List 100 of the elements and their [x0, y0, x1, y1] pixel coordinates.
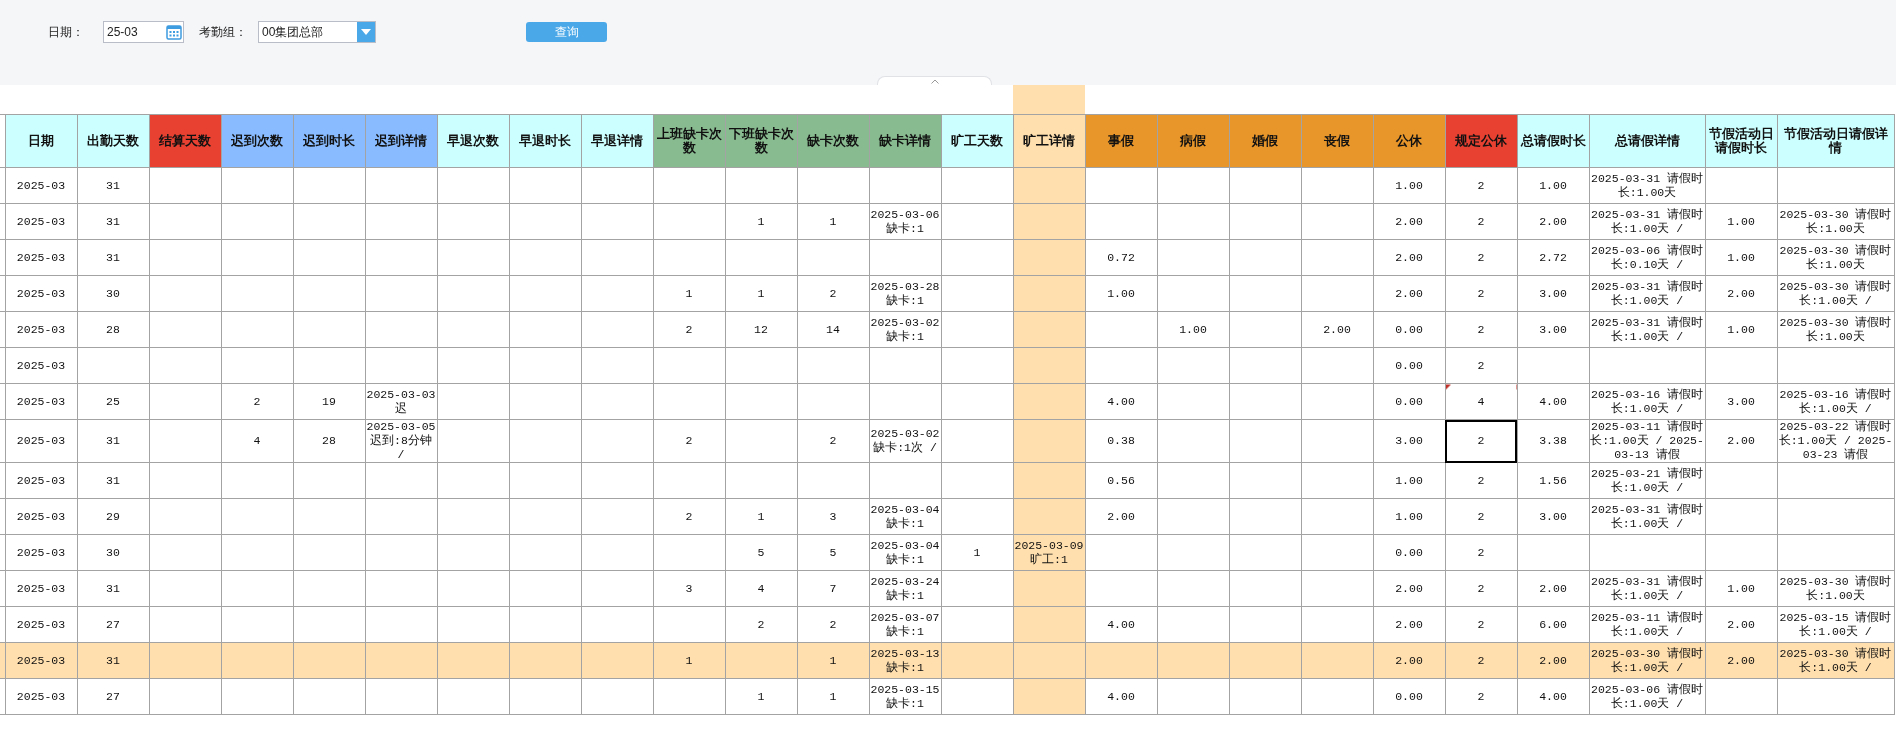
column-header[interactable]: 节假活动日请假详情	[1777, 114, 1894, 168]
table-cell: 2025-03-15 请假时长:1.00天 /	[1779, 610, 1892, 638]
table-row[interactable]: 2025-03 27 1 1 2025-03-15 缺卡:1 4.00 0.00 2 4.00 2025-03-06 请假时长:1.00天 /	[0, 678, 1894, 715]
table-cell: 2025-03	[16, 394, 66, 408]
table-cell: 1	[757, 286, 765, 300]
table-cell[interactable]: 2	[1445, 311, 1517, 348]
column-header[interactable]: 总请假详情	[1589, 114, 1705, 168]
table-cell: 2025-03-28 缺卡:1	[870, 279, 940, 307]
table-row[interactable]: 2025-03 25 2 19 2025-03-03 迟 4.00 0.00 4 4.00 2025-03-16 请假时长:1.00天 / 3.00 2025-03-16 请假时长:1.00天 /	[0, 383, 1894, 420]
column-header[interactable]: 病假	[1157, 114, 1229, 168]
column-header[interactable]: 早退详情	[581, 114, 653, 168]
table-row[interactable]: 2025-03 31 0.72 2.00 2 2.72 2025-03-06 请假时长:0.10天 / 1.00 2025-03-30 请假时长:1.00天	[0, 239, 1894, 276]
table-cell: 2025-03	[16, 214, 66, 228]
table-row[interactable]: 2025-03 30 1 1 2 2025-03-28 缺卡:1 1.00 2.00 2 3.00 2025-03-31 请假时长:1.00天 / 2.00 2025-03-30 请假时长:1.00天 /	[0, 275, 1894, 312]
table-cell: 2.00	[1323, 322, 1351, 336]
column-header[interactable]: 结算天数	[149, 114, 221, 168]
table-cell[interactable]: 2	[1445, 570, 1517, 607]
date-field[interactable]: 25-03	[103, 21, 184, 43]
table-cell: 3	[685, 581, 693, 595]
table-cell: 2025-03	[16, 581, 66, 595]
column-header[interactable]: 缺卡详情	[869, 114, 941, 168]
column-header[interactable]: 规定公休	[1445, 114, 1517, 168]
table-row[interactable]: 2025-03 0.00 2	[0, 347, 1894, 384]
table-row[interactable]: 2025-03 31 0.56 1.00 2 1.56 2025-03-21 请假时长:1.00天 /	[0, 462, 1894, 499]
table-cell: 1.00	[1727, 581, 1755, 595]
table-row[interactable]: 2025-03 30 5 5 2025-03-04 缺卡:1 1 2025-03-09 旷工:1 0.00 2	[0, 534, 1894, 571]
table-cell: 2025-03	[16, 689, 66, 703]
column-header[interactable]: 迟到时长	[293, 114, 365, 168]
column-header[interactable]: 日期	[5, 114, 77, 168]
table-cell[interactable]: 2	[1445, 419, 1517, 463]
table-cell: 4.00	[1539, 394, 1567, 408]
table-row[interactable]: 2025-03 31 3 4 7 2025-03-24 缺卡:1 2.00 2 2.00 2025-03-31 请假时长:1.00天 / 1.00 2025-03-30 请假时长:1.00天	[0, 570, 1894, 607]
column-header[interactable]: 缺卡次数	[797, 114, 869, 168]
table-cell: 2	[829, 617, 837, 631]
column-header[interactable]: 总请假时长	[1517, 114, 1589, 168]
table-cell: 2025-03-06 请假时长:1.00天 /	[1591, 682, 1703, 710]
column-header[interactable]: 出勤天数	[77, 114, 149, 168]
table-cell: 2025-03	[16, 473, 66, 487]
column-header[interactable]: 下班缺卡次数	[725, 114, 797, 168]
table-cell[interactable]: 2	[1445, 462, 1517, 499]
table-cell: 2	[757, 617, 765, 631]
column-header[interactable]: 上班缺卡次数	[653, 114, 725, 168]
column-header[interactable]: 早退时长	[509, 114, 581, 168]
table-row[interactable]: 2025-03 31 1 1 2025-03-13 缺卡:1 2.00 2 2.00 2025-03-30 请假时长:1.00天 / 2.00 2025-03-30 请假时长:1.00天 /	[0, 642, 1894, 679]
table-row[interactable]: 2025-03 27 2 2 2025-03-07 缺卡:1 4.00 2.00 2 6.00 2025-03-11 请假时长:1.00天 / 2.00 2025-03-15 请假时长:1.00天 /	[0, 606, 1894, 643]
group-select[interactable]: 00集团总部	[258, 21, 376, 43]
column-header[interactable]: 节假活动日请假时长	[1705, 114, 1777, 168]
table-cell: 0.56	[1107, 473, 1135, 487]
table-cell: 2.00	[1727, 653, 1755, 667]
table-cell[interactable]: 2	[1445, 275, 1517, 312]
table-cell: 0.00	[1395, 358, 1423, 372]
column-header[interactable]: 迟到详情	[365, 114, 437, 168]
table-cell: 2.00	[1727, 286, 1755, 300]
table-row[interactable]: 2025-03 31 4 28 2025-03-05 迟到:8分钟 / 2 2 2025-03-02 缺卡:1次 / 0.38 3.00 2 3.38 2025-03-11 请假时长:1.00天 / 2025-03-13 请假 2.00 2025-03-22 请假时长:1.00天 / 2025-03-23 请假	[0, 419, 1894, 463]
table-cell[interactable]: 2	[1445, 347, 1517, 384]
column-header[interactable]: 旷工详情	[1013, 114, 1085, 168]
table-cell: 4	[757, 581, 765, 595]
table-row[interactable]: 2025-03 31 1.00 2 1.00 2025-03-31 请假时长:1.00天	[0, 167, 1894, 204]
column-header[interactable]: 早退次数	[437, 114, 509, 168]
column-header[interactable]: 丧假	[1301, 114, 1373, 168]
calendar-icon[interactable]	[165, 22, 183, 42]
table-cell: 2025-03-30 请假时长:1.00天 /	[1779, 646, 1892, 674]
table-cell: 5	[757, 545, 765, 559]
collapse-handle[interactable]	[877, 76, 992, 85]
table-cell[interactable]: 2	[1445, 534, 1517, 571]
chevron-up-icon[interactable]	[930, 78, 939, 84]
table-cell[interactable]: 2	[1445, 606, 1517, 643]
table-cell: 31	[106, 214, 120, 228]
table-cell: 2	[253, 394, 261, 408]
table-cell: 27	[106, 617, 120, 631]
table-cell[interactable]: 2	[1445, 642, 1517, 679]
table-cell[interactable]: 2	[1445, 239, 1517, 276]
table-cell: 2025-03	[16, 178, 66, 192]
table-cell: 1.00	[1395, 473, 1423, 487]
table-cell: 1	[973, 545, 981, 559]
column-header[interactable]: 迟到次数	[221, 114, 293, 168]
table-cell[interactable]: 2	[1445, 167, 1517, 204]
table-cell: 19	[322, 394, 336, 408]
table-cell: 2025-03	[16, 545, 66, 559]
table-cell[interactable]: 4	[1445, 383, 1517, 420]
table-row[interactable]: 2025-03 29 2 1 3 2025-03-04 缺卡:1 2.00 1.00 2 3.00 2025-03-31 请假时长:1.00天 /	[0, 498, 1894, 535]
table-cell[interactable]: 2	[1445, 498, 1517, 535]
table-cell: 0.38	[1107, 434, 1135, 447]
table-cell: 1.00	[1107, 286, 1135, 300]
column-header[interactable]: 旷工天数	[941, 114, 1013, 168]
table-row[interactable]: 2025-03 28 2 12 14 2025-03-02 缺卡:1 1.00 2.00 0.00 2 3.00 2025-03-31 请假时长:1.00天 / 1.00 2025-03-30 请假时长:1.00天	[0, 311, 1894, 348]
table-cell: 1.00	[1179, 322, 1207, 336]
table-row[interactable]: 2025-03 31 1 1 2025-03-06 缺卡:1 2.00 2 2.00 2025-03-31 请假时长:1.00天 / 1.00 2025-03-30 请假时长:1.00天	[0, 203, 1894, 240]
column-header[interactable]: 公休	[1373, 114, 1445, 168]
table-cell: 2025-03	[16, 250, 66, 264]
column-header[interactable]: 事假	[1085, 114, 1157, 168]
table-cell: 3.00	[1539, 322, 1567, 336]
table-cell: 2025-03-31 请假时长:1.00天 /	[1591, 502, 1703, 530]
table-cell[interactable]: 2	[1445, 678, 1517, 715]
dropdown-caret-icon[interactable]	[361, 29, 371, 35]
table-cell: 14	[826, 322, 840, 336]
column-header[interactable]: 婚假	[1229, 114, 1301, 168]
table-cell: 1.00	[1727, 214, 1755, 228]
table-cell: 2025-03-06 缺卡:1	[870, 207, 940, 235]
table-cell[interactable]: 2	[1445, 203, 1517, 240]
